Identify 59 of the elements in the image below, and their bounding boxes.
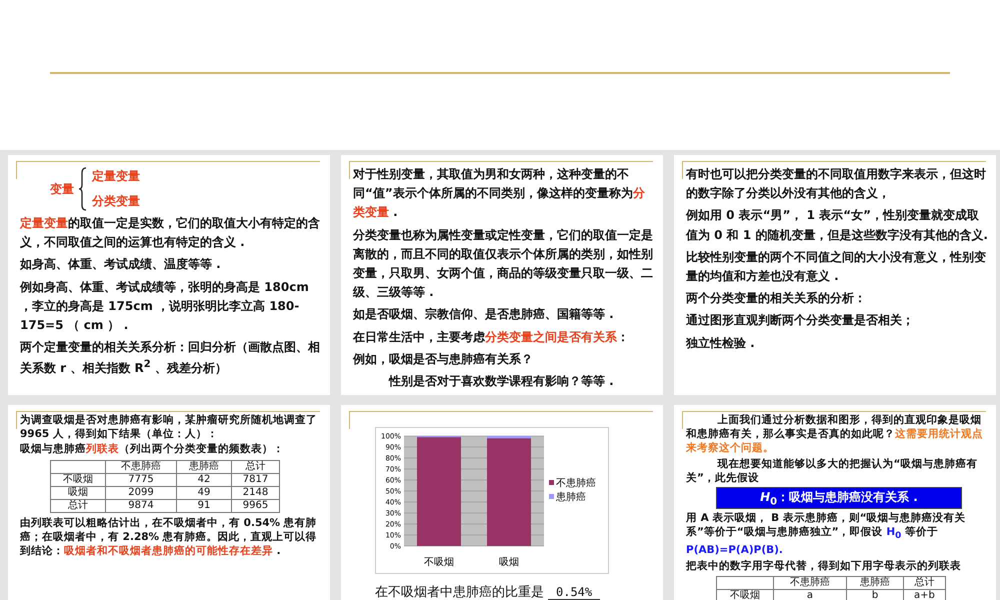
slide-thumbnail[interactable] [341, 155, 663, 395]
slide-thumbnail[interactable] [0, 0, 1000, 150]
paragraph: 用 A 表示吸烟， B 表示患肺癌，则“吸烟与患肺癌没有关系”等价于“吸烟与患肺癌独立”，即假设 H$_{0}$ 等价于 P(AB)=P(A)P(B). [686, 511, 967, 558]
table-cell: 2099 [106, 486, 176, 500]
paragraph: 如是否吸烟、宗教信仰、是否患肺癌、国籍等等 . [353, 306, 615, 324]
paragraph: 两个定量变量的相关关系分析：回归分析（画散点图、相关系数 r 、相关指数 R$^{2}$ 、残差分析） [20, 339, 321, 378]
table-header-cell: 不患肺癌 [773, 576, 847, 590]
term-label: 定量变量 [92, 168, 140, 185]
paragraph: 如身高、体重、考试成绩、温度等等 . [20, 256, 222, 274]
table-header-cell: 患肺癌 [176, 460, 232, 474]
paragraph: 例如身高、体重、考试成绩等，张明的身高是 180cm ，李立的身高是 175cm ，说明张明比李立高 180-175=5 （ cm ） . [20, 278, 310, 334]
paragraph: 有时也可以把分类变量的不同取值用数字来表示，但这时的数字除了分类以外没有其他的含义， [686, 166, 987, 202]
table-cell: 2148 [232, 486, 280, 500]
legend-label: 不患肺癌 [556, 478, 596, 489]
table-cell: 49 [176, 486, 232, 500]
category-label: 吸烟 [499, 557, 519, 568]
slide-thumbnail[interactable]: 有时也可以把分类变量的不同取值用数字来表示，但这时的数字除了分类以外没有其他的含义， 例如用 0 表示“男”， 1 表示“女”，性别变量就变成取值为 0 和 1 的随机变量，但是这些数字没有其他的含义. 比较性别变量的两个不同值之间的大小没有意义，性别变量的均值和方差也没有意义 . 两个分类变量的相关关系的分析： 通过图形直观判断两个分类变量是否相关； 独立性检验 . [674, 155, 996, 395]
table-cell: 7775 [106, 473, 176, 486]
table-header-cell: 总计 [232, 460, 280, 474]
fill-in-line: 0.54% [548, 585, 600, 600]
brace-icon [78, 167, 88, 211]
category-label: 不吸烟 [424, 557, 454, 568]
paragraph: 在日常生活中，主要考虑分类变量之间是否有关系： [353, 328, 630, 346]
table-cell: 42 [176, 473, 232, 486]
hypothesis-banner: H$_{0}$：吸烟与患肺癌没有关系 . [716, 486, 962, 510]
paragraph: 由列联表可以粗略估计出，在不吸烟者中，有 0.54% 患有肺癌；在吸烟者中，有 2.28% 患有肺癌。因此，直观上可以得到结论：吸烟者和不吸烟者患肺癌的可能性存在差异 . [20, 516, 318, 558]
paragraph: 例如用 0 表示“男”， 1 表示“女”，性别变量就变成取值为 0 和 1 的随机变量，但是这些数字没有其他的含义. [686, 207, 988, 244]
paragraph: 性别是否对于喜欢数学课程有影响？等等 . [388, 372, 615, 390]
paragraph: 对于性别变量，其取值为男和女两种，这种变量的不同“值”表示个体所属的不同类别，像这样的变量称为分类变量 . [353, 166, 646, 222]
paragraph: 例如，吸烟是否与患肺癌有关系？ [353, 350, 534, 368]
paragraph: 两个分类变量的相关关系的分析： [686, 290, 867, 308]
paragraph: 通过图形直观判断两个分类变量是否相关； [686, 312, 915, 330]
paragraph: 上面我们通过分析数据和图形，得到的直观印象是吸烟和患肺癌有关，那么事实是否真的如此呢？这需要用统计观点来考察这个问题。 [686, 413, 984, 456]
table-cell: 7817 [232, 473, 280, 486]
table-cell: 总计 [50, 499, 106, 512]
table-cell: 9965 [232, 499, 280, 512]
table-cell: 吸烟 [50, 486, 106, 500]
table-cell: 不吸烟 [50, 473, 106, 486]
paragraph: 比较性别变量的两个不同值之间的大小没有意义，性别变量的均值和方差也没有意义 . [686, 248, 987, 285]
term-label: 分类变量 [92, 193, 140, 210]
slide-thumbnail[interactable] [674, 405, 996, 600]
paragraph: 吸烟与患肺癌列联表（列出两个分类变量的频数表）： [20, 442, 285, 457]
paragraph: 分类变量也称为属性变量或定性变量，它们的取值一定是离散的，而且不同的取值仅表示个体所属的类别，如性别变量，只取男、女两个值，商品的等级变量只取一级、二级、三级等等 . [353, 226, 654, 302]
slide-thumbnail[interactable] [8, 405, 330, 600]
paragraph: 现在想要知道能够以多大的把握认为“吸烟与患肺癌有关”，此先假设 [686, 456, 978, 485]
paragraph: 独立性检验 . [686, 334, 756, 352]
table-header-cell: 总计 [903, 576, 946, 590]
paragraph: 把表中的数字用字母代替，得到如下用字母表示的列联表 [686, 558, 962, 573]
paragraph: 为调查吸烟是否对患肺癌有影响，某肿瘤研究所随机地调查了 9965 人，得到如下结果（单位：人）： [20, 413, 318, 442]
table-cell: 9874 [106, 499, 176, 512]
table-header-cell: 患肺癌 [846, 576, 904, 590]
table-header-cell: 不患肺癌 [106, 460, 176, 474]
term-label: 变量 [50, 180, 74, 198]
question-text: 在不吸烟者中患肺癌的比重是 [375, 584, 544, 600]
legend-label: 患肺癌 [556, 492, 586, 503]
paragraph: 定量变量的取值一定是实数，它们的取值大小有特定的含义，不同取值之间的运算也有特定的含义 . [20, 215, 321, 252]
slide-thumbnail[interactable]: 变量 定量变量 分类变量 定量变量的取值一定是实数，它们的取值大小有特定的含义，不同取值之间的运算也有特定的含义 . 如身高、体重、考试成绩、温度等等 . 例如身高、体重、考试成绩等，张明的身高是 180cm ，李立的身高是 175cm ，说明张明比李立高 180-175=5 （ cm ） . 两个定量变量的相关关系分析：回归分析（画散点图、相关系数 r 、相关指数 R$^{2}$ 、残差分析） [8, 155, 330, 395]
table-cell: 91 [176, 499, 232, 512]
table-cell: 不吸烟 [716, 589, 774, 600]
